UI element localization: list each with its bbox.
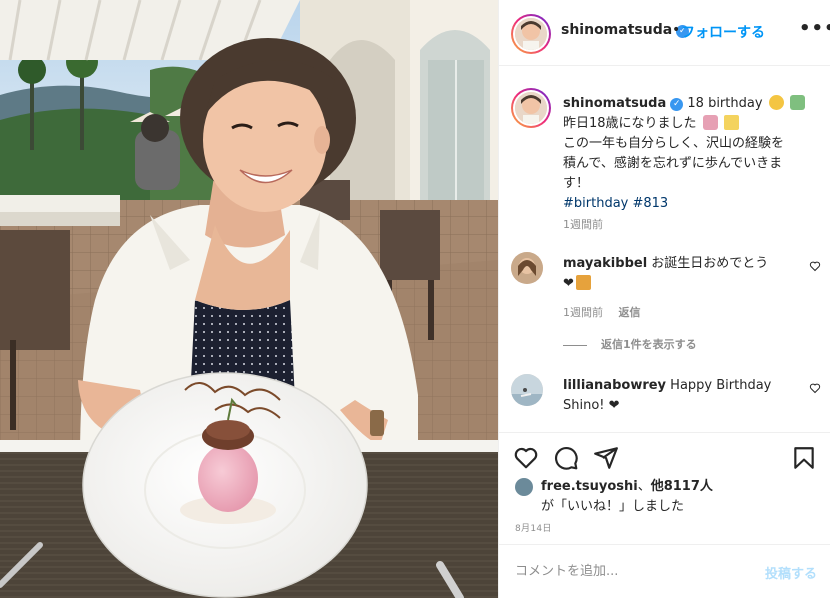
cupcake-emoji-icon xyxy=(702,115,718,130)
header-username[interactable]: shinomatsuda ✓ xyxy=(561,22,690,38)
caption-line-1: 18 birthday xyxy=(687,96,763,111)
comment-body: お誕生日おめでとう xyxy=(651,256,769,271)
like-comment-heart-icon[interactable] xyxy=(809,382,821,394)
caption-line-5: す！ xyxy=(563,176,590,191)
caption-avatar xyxy=(515,92,547,124)
heart-emoji-icon: ❤ xyxy=(563,276,574,291)
reply-button[interactable]: 返信 xyxy=(619,306,641,319)
woman-gesturing-emoji-icon xyxy=(789,95,805,110)
add-comment-bar: 投稿する xyxy=(499,544,830,598)
verified-badge-icon: ✓ xyxy=(670,98,684,111)
comment-body: Happy Birthday xyxy=(670,378,772,393)
sparkles-emoji-icon xyxy=(723,115,739,130)
hashtag-birthday[interactable]: #birthday xyxy=(563,196,628,211)
avatar xyxy=(515,18,547,50)
likes-separator: 、 xyxy=(637,479,651,494)
post-photo[interactable] xyxy=(0,0,498,598)
more-options-icon[interactable]: ••• xyxy=(799,18,830,39)
header-separator: • xyxy=(672,22,681,38)
view-replies-divider xyxy=(563,344,587,346)
avatar-face-icon xyxy=(515,18,547,50)
liker-avatar[interactable] xyxy=(515,478,533,496)
birthday-photo-illustration xyxy=(0,0,498,598)
avatar-face-icon xyxy=(515,92,547,124)
caption-username[interactable]: shinomatsuda xyxy=(563,96,666,111)
post-date: 8月14日 xyxy=(515,524,552,534)
likes-others-link[interactable]: 他8117人 xyxy=(651,479,713,494)
comment-text: lillianabowrey Happy Birthday Shino! ❤ xyxy=(563,376,783,416)
share-paper-plane-icon[interactable] xyxy=(593,445,619,471)
party-popper-emoji-icon xyxy=(575,275,591,290)
avatar-face-icon xyxy=(511,252,543,284)
post-header: shinomatsuda✓ • フォローする ••• xyxy=(499,0,830,66)
caption-line-3: この一年も自分らしく、沢山の経験を xyxy=(563,136,785,151)
post-side-panel: shinomatsuda✓ • フォローする ••• xyxy=(498,0,830,598)
post-comment-button[interactable]: 投稿する xyxy=(765,563,817,582)
hashtag-813[interactable]: #813 xyxy=(633,196,669,211)
caption-line-4: 積んで、感謝を忘れずに歩んでいきま xyxy=(563,156,783,171)
comment-bubble-icon[interactable] xyxy=(553,445,579,471)
caption-text: shinomatsuda ✓ 18 birthday 昨日18歳になりました この… xyxy=(563,94,821,214)
save-bookmark-icon[interactable] xyxy=(791,445,817,471)
smile-emoji-icon xyxy=(768,95,784,110)
avatar-surf-icon xyxy=(511,374,543,406)
commenter-avatar[interactable] xyxy=(511,374,543,406)
like-heart-icon[interactable] xyxy=(513,445,539,471)
follow-button[interactable]: フォローする xyxy=(681,22,765,42)
caption-timestamp: 1週間前 xyxy=(563,218,603,231)
commenter-avatar[interactable] xyxy=(511,252,543,284)
likes-suffix: が「いいね！」しました xyxy=(541,499,685,514)
comment-body-line-2: Shino! ❤ xyxy=(563,398,620,413)
like-comment-heart-icon[interactable] xyxy=(809,260,821,272)
comment-meta: 1週間前 返信 xyxy=(563,304,653,320)
liker-username[interactable]: free.tsuyoshi xyxy=(541,479,638,494)
story-ring[interactable] xyxy=(511,14,551,54)
caption-line-2: 昨日18歳になりました xyxy=(563,116,697,131)
comment-input[interactable] xyxy=(515,559,745,583)
comment-text: mayakibbel お誕生日おめでとう ❤ xyxy=(563,254,783,294)
comment-timestamp: 1週間前 xyxy=(563,306,603,319)
comment-username[interactable]: mayakibbel xyxy=(563,256,647,271)
view-replies-link[interactable]: 返信1件を表示する xyxy=(563,336,697,352)
instagram-post: shinomatsuda✓ • フォローする ••• xyxy=(0,0,830,598)
caption-story-ring[interactable] xyxy=(511,88,551,128)
comment-username[interactable]: lillianabowrey xyxy=(563,378,666,393)
